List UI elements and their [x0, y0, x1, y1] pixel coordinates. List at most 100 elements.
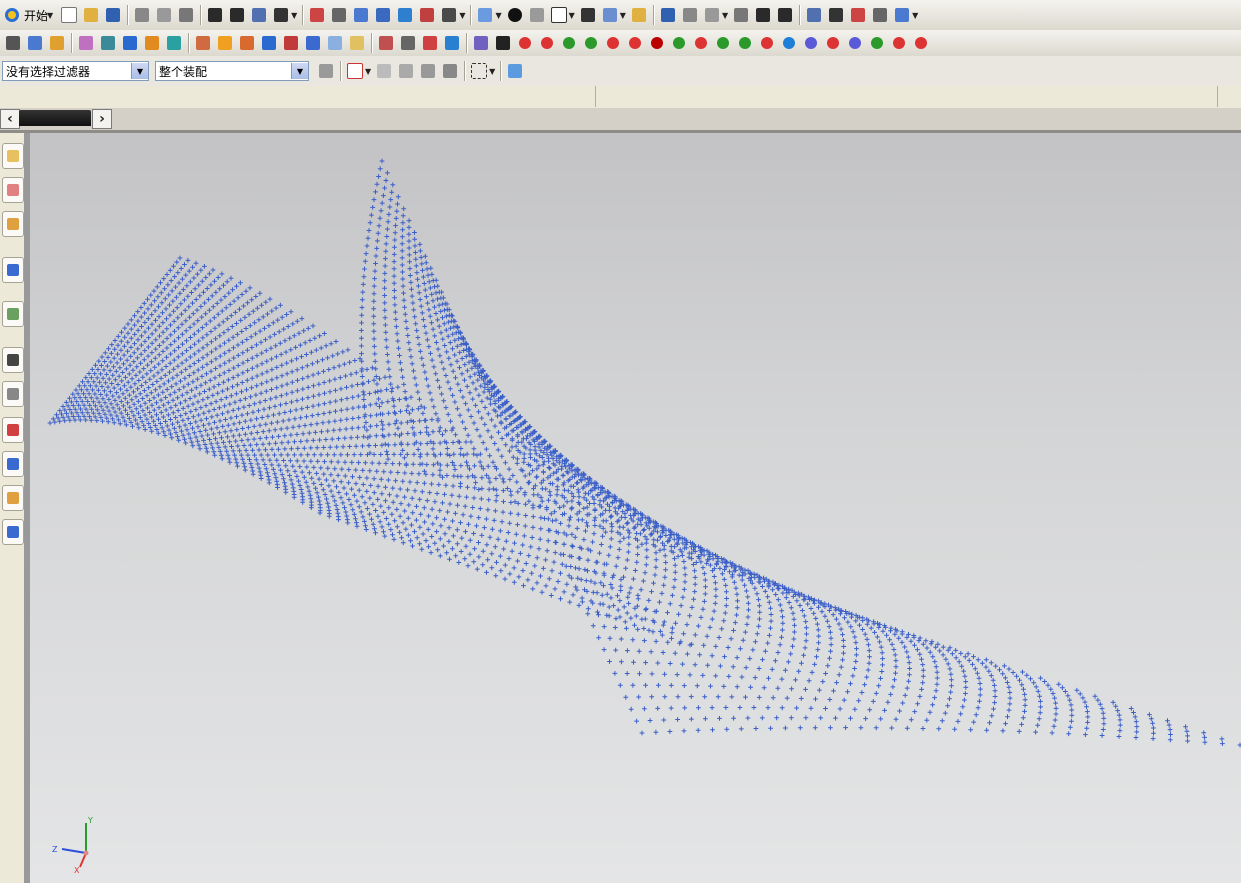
chevron-down-icon[interactable]: ▼: [495, 11, 501, 20]
box-select-icon[interactable]: [396, 61, 416, 81]
system-materials-icon[interactable]: [2, 381, 24, 407]
perspective-icon[interactable]: [439, 5, 459, 25]
select-icon[interactable]: [249, 5, 269, 25]
feature-tool-icon[interactable]: [259, 33, 279, 53]
display-style-icon[interactable]: [647, 33, 667, 53]
save-icon[interactable]: [103, 5, 123, 25]
chevron-down-icon[interactable]: ▼: [365, 67, 371, 76]
display-style-icon[interactable]: [845, 33, 865, 53]
cut-icon[interactable]: [132, 5, 152, 25]
roles-icon[interactable]: [2, 451, 24, 477]
chevron-down-icon[interactable]: ▼: [489, 67, 495, 76]
cube-icon[interactable]: [505, 61, 525, 81]
chevron-down-icon[interactable]: ▼: [131, 63, 148, 79]
cube1-icon[interactable]: [804, 5, 824, 25]
chevron-down-icon[interactable]: ▼: [569, 11, 575, 20]
paste-icon[interactable]: [176, 5, 196, 25]
feature-tool-icon[interactable]: [303, 33, 323, 53]
display-style-icon[interactable]: [559, 33, 579, 53]
snap-icon[interactable]: [418, 61, 438, 81]
chevron-down-icon[interactable]: ▼: [291, 63, 308, 79]
undo-icon[interactable]: [205, 5, 225, 25]
feature-tool-icon[interactable]: [120, 33, 140, 53]
tab-active[interactable]: [19, 110, 91, 126]
analysis-icon[interactable]: [753, 5, 773, 25]
display-icon[interactable]: [2, 519, 24, 545]
select-all-icon[interactable]: [345, 61, 365, 81]
chevron-right-icon[interactable]: ›: [92, 109, 112, 129]
display-style-icon[interactable]: [669, 33, 689, 53]
feature-tool-icon[interactable]: [347, 33, 367, 53]
web-browser-icon[interactable]: [2, 301, 24, 327]
palette-icon[interactable]: [2, 417, 24, 443]
chevron-left-icon[interactable]: ‹: [0, 109, 20, 129]
background-icon[interactable]: [549, 5, 569, 25]
layer-icon[interactable]: [578, 5, 598, 25]
display-style-icon[interactable]: [581, 33, 601, 53]
display-style-icon[interactable]: [537, 33, 557, 53]
cube3-icon[interactable]: [848, 5, 868, 25]
type-filter-select[interactable]: 没有选择过滤器 ▼: [2, 61, 149, 81]
feature-tool-icon[interactable]: [398, 33, 418, 53]
display-style-icon[interactable]: [713, 33, 733, 53]
display-style-icon[interactable]: [691, 33, 711, 53]
display-style-icon[interactable]: [911, 33, 931, 53]
feature-tool-icon[interactable]: [215, 33, 235, 53]
copy-icon[interactable]: [154, 5, 174, 25]
feature-tool-icon[interactable]: [376, 33, 396, 53]
view-icon[interactable]: [271, 5, 291, 25]
feature-tool-icon[interactable]: [3, 33, 23, 53]
feature-tool-icon[interactable]: [98, 33, 118, 53]
move-icon[interactable]: [658, 5, 678, 25]
feature-tool-icon[interactable]: [164, 33, 184, 53]
chevron-down-icon[interactable]: ▼: [620, 11, 626, 20]
fit-icon[interactable]: [307, 5, 327, 25]
display-style-icon[interactable]: [515, 33, 535, 53]
delete-icon[interactable]: [892, 5, 912, 25]
chevron-down-icon[interactable]: ▼: [459, 11, 465, 20]
templates-icon[interactable]: [2, 485, 24, 511]
open-icon[interactable]: [81, 5, 101, 25]
display-style-icon[interactable]: [867, 33, 887, 53]
feature-tool-icon[interactable]: [47, 33, 67, 53]
graphics-viewport[interactable]: Y Z X: [30, 133, 1241, 883]
start-button[interactable]: 开始 ▼: [0, 3, 58, 27]
display-style-icon[interactable]: [757, 33, 777, 53]
display-style-icon[interactable]: [603, 33, 623, 53]
point-snap-icon[interactable]: [440, 61, 460, 81]
zoom-icon[interactable]: [373, 5, 393, 25]
new-icon[interactable]: [59, 5, 79, 25]
hidden-icon[interactable]: [600, 5, 620, 25]
display-style-icon[interactable]: [801, 33, 821, 53]
curve-icon[interactable]: [702, 5, 722, 25]
measure-icon[interactable]: [775, 5, 795, 25]
feature-tool-icon[interactable]: [493, 33, 513, 53]
rectangle-select-icon[interactable]: [469, 61, 489, 81]
cube4-icon[interactable]: [870, 5, 890, 25]
orient-icon[interactable]: [629, 5, 649, 25]
feature-tool-icon[interactable]: [420, 33, 440, 53]
part-navigator-icon[interactable]: [2, 177, 24, 203]
display-style-icon[interactable]: [735, 33, 755, 53]
help-info-icon[interactable]: [2, 257, 24, 283]
assembly-navigator-icon[interactable]: [2, 143, 24, 169]
chevron-down-icon[interactable]: ▼: [912, 11, 918, 20]
feature-tool-icon[interactable]: [281, 33, 301, 53]
undo-select-icon[interactable]: [374, 61, 394, 81]
rotate-icon[interactable]: [395, 5, 415, 25]
display-style-icon[interactable]: [625, 33, 645, 53]
history-icon[interactable]: [2, 347, 24, 373]
cube2-icon[interactable]: [826, 5, 846, 25]
point-icon[interactable]: [731, 5, 751, 25]
sketch-icon[interactable]: [680, 5, 700, 25]
render-icon[interactable]: [505, 5, 525, 25]
feature-tool-icon[interactable]: [471, 33, 491, 53]
redo-icon[interactable]: [227, 5, 247, 25]
display-style-icon[interactable]: [889, 33, 909, 53]
chevron-down-icon[interactable]: ▼: [47, 11, 53, 20]
feature-tool-icon[interactable]: [237, 33, 257, 53]
zoom-window-icon[interactable]: [329, 5, 349, 25]
chevron-down-icon[interactable]: ▼: [291, 11, 297, 20]
feature-tool-icon[interactable]: [142, 33, 162, 53]
display-style-icon[interactable]: [779, 33, 799, 53]
